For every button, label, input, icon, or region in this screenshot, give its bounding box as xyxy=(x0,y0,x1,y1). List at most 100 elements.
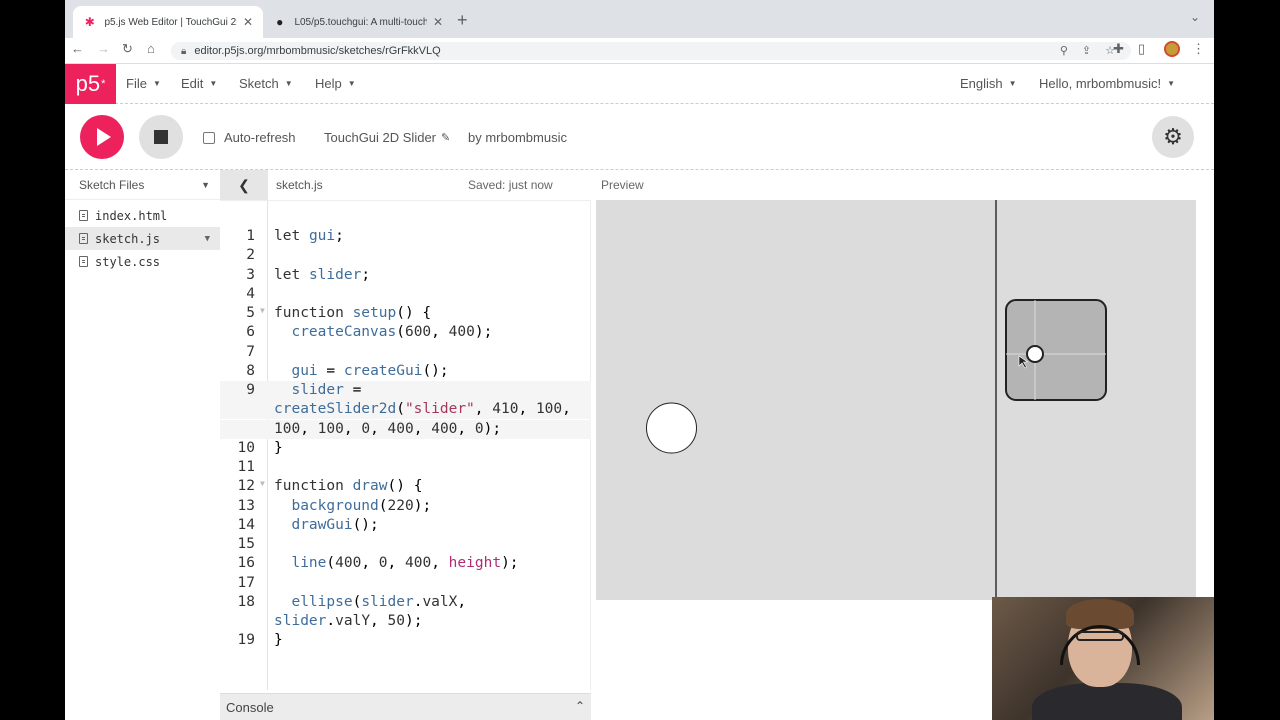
code-text: gui = createGui(); xyxy=(291,362,449,379)
code-line[interactable]: 8 gui = createGui(); xyxy=(220,362,591,381)
file-label: style.css xyxy=(95,254,161,269)
code-line[interactable]: 10} xyxy=(220,439,591,458)
stop-button[interactable] xyxy=(139,115,183,159)
address-bar-row: ← → ↻ ⌂ 🔒︎ editor.p5js.org/mrbombmusic/s… xyxy=(65,38,1214,64)
kebab-menu-icon[interactable]: ⋮ xyxy=(1192,41,1205,57)
chevron-down-icon[interactable]: ⌄ xyxy=(1190,10,1200,24)
logo-text: p5 xyxy=(75,71,101,96)
code-line[interactable] xyxy=(220,209,591,228)
code-line[interactable]: 14 drawGui(); xyxy=(220,516,591,535)
file-item-style-css[interactable]: style.css xyxy=(65,250,220,273)
profile-avatar[interactable] xyxy=(1164,41,1180,57)
browser-tab-p5[interactable]: ✱ p5.js Web Editor | TouchGui 2D ✕ xyxy=(73,6,263,38)
auto-refresh-toggle[interactable]: Auto-refresh xyxy=(203,130,296,145)
user-menu[interactable]: Hello, mrbombmusic! ▼ xyxy=(1039,76,1175,91)
close-icon[interactable]: ✕ xyxy=(243,15,253,29)
home-icon[interactable]: ⌂ xyxy=(147,41,155,56)
code-line[interactable]: 18 ellipse(slider.valX, xyxy=(220,593,591,612)
code-text: createSlider2d("slider", 410, 100, xyxy=(274,401,571,418)
code-line[interactable]: 7 xyxy=(220,343,591,362)
code-line[interactable]: 17 xyxy=(220,574,591,593)
auto-refresh-label: Auto-refresh xyxy=(224,130,296,145)
code-line[interactable]: 6 createCanvas(600, 400); xyxy=(220,323,591,342)
save-status: Saved: just now xyxy=(468,178,553,192)
line-number: 2 xyxy=(246,247,255,264)
code-line[interactable]: 15 xyxy=(220,535,591,554)
chevron-up-icon[interactable]: ⌃ xyxy=(575,699,585,713)
caret-down-icon: ▼ xyxy=(347,79,356,88)
tab-title: p5.js Web Editor | TouchGui 2D xyxy=(104,16,237,28)
code-line[interactable]: 100, 100, 0, 400, 400, 0); xyxy=(220,419,591,439)
reload-icon[interactable]: ↻ xyxy=(122,41,133,57)
p5-logo[interactable]: p5 * xyxy=(65,64,116,104)
code-text: } xyxy=(274,632,283,649)
extensions-icon[interactable]: ✚ xyxy=(1113,41,1124,57)
url-field[interactable]: 🔒︎ editor.p5js.org/mrbombmusic/sketches/… xyxy=(171,42,1131,60)
p5-star-icon: ✱ xyxy=(84,15,95,29)
line-number: 13 xyxy=(237,497,255,514)
code-line[interactable]: 3 let slider; xyxy=(220,266,591,285)
menu-label: Help xyxy=(315,76,342,91)
share-icon[interactable]: ⇪ xyxy=(1082,44,1091,57)
code-line[interactable]: 19} xyxy=(220,631,591,650)
sketch-name-text: TouchGui 2D Slider xyxy=(324,130,436,145)
file-icon xyxy=(79,210,88,221)
sketch-name[interactable]: TouchGui 2D Slider ✎ xyxy=(324,130,450,145)
code-line[interactable]: 9 slider = xyxy=(220,381,591,400)
sidepanel-icon[interactable]: ▯ xyxy=(1138,41,1145,57)
code-editor[interactable]: 1 let gui; 2 3 let slider; 4 5 ▼ function setup(… xyxy=(220,200,591,690)
file-item-sketch-js[interactable]: sketch.js ▼ xyxy=(65,227,220,250)
lock-icon: 🔒︎ xyxy=(181,45,187,57)
user-label: Hello, mrbombmusic! xyxy=(1039,76,1162,91)
sketch-files-header[interactable]: Sketch Files ▼ xyxy=(65,170,220,200)
console-bar[interactable]: Console ⌃ xyxy=(220,693,591,720)
settings-button[interactable]: ⚙ xyxy=(1152,116,1194,158)
collapse-sidebar-button[interactable]: ❮ xyxy=(220,170,268,200)
play-button[interactable] xyxy=(80,115,124,159)
line-number: 10 xyxy=(237,439,255,456)
code-line[interactable]: 13 background(220); xyxy=(220,497,591,516)
slider2d-track[interactable] xyxy=(1005,299,1107,401)
fold-arrow-icon[interactable]: ▼ xyxy=(260,479,265,488)
auto-refresh-checkbox[interactable] xyxy=(203,131,215,144)
pencil-icon[interactable]: ✎ xyxy=(441,131,450,144)
caret-down-icon[interactable]: ▼ xyxy=(205,234,210,244)
code-line[interactable]: createSlider2d("slider", 410, 100, xyxy=(220,400,591,420)
url-text: editor.p5js.org/mrbombmusic/sketches/rGr… xyxy=(194,45,441,57)
code-line[interactable]: 11 xyxy=(220,458,591,477)
code-line[interactable]: 16 line(400, 0, 400, height); xyxy=(220,554,591,573)
forward-arrow-icon[interactable]: → xyxy=(97,41,110,56)
caret-down-icon[interactable]: ▼ xyxy=(201,180,210,190)
line-number: 7 xyxy=(246,343,255,360)
menu-help[interactable]: Help ▼ xyxy=(315,76,356,91)
zoom-icon[interactable]: ⚲ xyxy=(1060,44,1068,57)
language-label: English xyxy=(960,76,1003,91)
sidebar-title: Sketch Files xyxy=(79,177,145,192)
code-line[interactable]: 2 xyxy=(220,246,591,265)
menu-edit[interactable]: Edit ▼ xyxy=(181,76,217,91)
code-text: 100, 100, 0, 400, 400, 0); xyxy=(274,420,502,437)
sketch-author[interactable]: by mrbombmusic xyxy=(468,130,567,145)
browser-tab-github[interactable]: ● L05/p5.touchgui: A multi-touch ✕ xyxy=(263,6,453,38)
fold-arrow-icon[interactable]: ▼ xyxy=(260,306,265,315)
code-line[interactable]: 1 let gui; xyxy=(220,227,591,246)
menu-file[interactable]: File ▼ xyxy=(126,76,161,91)
language-menu[interactable]: English ▼ xyxy=(960,76,1017,91)
sketch-toolbar: Auto-refresh TouchGui 2D Slider ✎ by mrb… xyxy=(65,104,1214,170)
preview-canvas[interactable] xyxy=(596,200,1196,600)
code-line[interactable]: slider.valY, 50); xyxy=(220,612,591,631)
code-line[interactable]: 12 ▼ function draw() { xyxy=(220,477,591,496)
code-text: line(400, 0, 400, height); xyxy=(291,555,519,572)
stop-icon xyxy=(154,130,168,144)
code-text: ellipse(slider.valX, xyxy=(291,593,467,610)
slider2d-handle[interactable] xyxy=(1026,345,1044,363)
menu-sketch[interactable]: Sketch ▼ xyxy=(239,76,293,91)
close-icon[interactable]: ✕ xyxy=(433,15,443,29)
code-line[interactable]: 5 ▼ function setup() { xyxy=(220,304,591,323)
file-icon xyxy=(79,256,88,267)
file-item-index-html[interactable]: index.html xyxy=(65,204,220,227)
back-arrow-icon[interactable]: ← xyxy=(71,41,84,56)
play-icon xyxy=(97,128,111,146)
new-tab-icon[interactable]: + xyxy=(457,10,468,31)
code-line[interactable]: 4 xyxy=(220,285,591,304)
